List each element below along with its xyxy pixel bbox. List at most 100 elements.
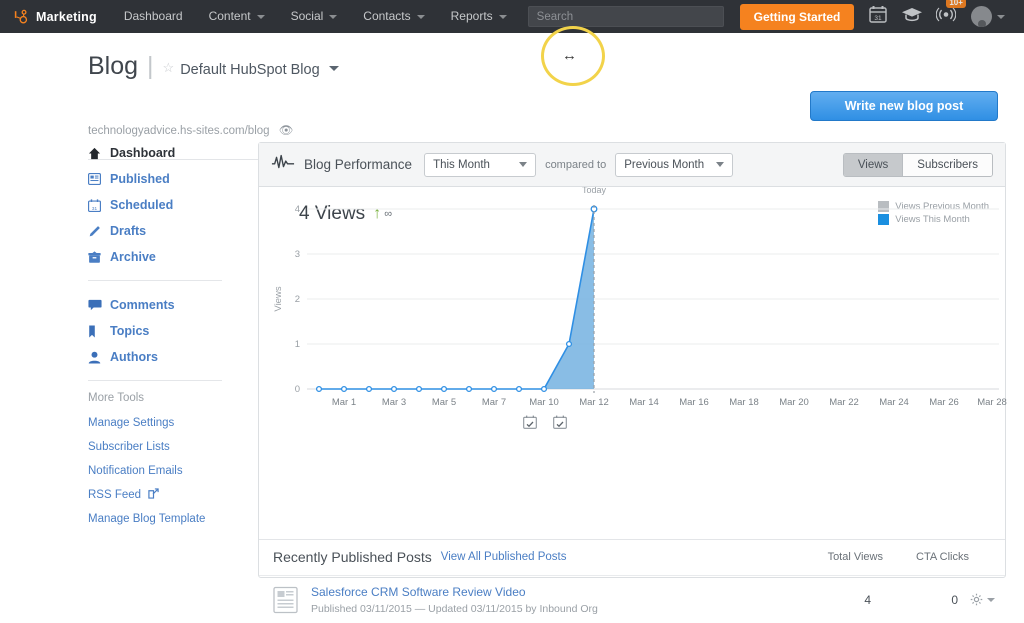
svg-text:1: 1 [295, 339, 300, 350]
calendar-check-icon[interactable] [523, 415, 537, 434]
svg-text:Mar 7: Mar 7 [482, 397, 506, 408]
svg-text:Mar 22: Mar 22 [829, 397, 859, 408]
broadcast-notifications-icon[interactable]: 10+ [935, 0, 966, 28]
sidebar-link-label: RSS Feed [88, 489, 142, 501]
recent-posts-title: Recently Published Posts [273, 548, 432, 565]
write-new-blog-post-button[interactable]: Write new blog post [810, 91, 998, 121]
sidebar: Dashboard Published 31 Scheduled Drafts … [88, 140, 238, 531]
table-row[interactable]: Salesforce CRM Software Review Video Pub… [259, 575, 1005, 623]
page-title-text: Blog [88, 52, 139, 80]
sidebar-link-subscriber-lists[interactable]: Subscriber Lists [88, 435, 238, 459]
chevron-down-icon [498, 14, 507, 19]
more-tools-heading: More Tools [88, 392, 145, 404]
chevron-down-icon [256, 14, 265, 19]
column-header-cta-clicks: CTA Clicks [916, 550, 969, 563]
nav-item-label: Reports [450, 9, 493, 23]
pencil-icon [88, 225, 110, 238]
svg-text:2: 2 [295, 294, 300, 305]
sidebar-item-label: Scheduled [110, 198, 174, 212]
getting-started-button[interactable]: Getting Started [739, 3, 855, 30]
speech-bubble-icon [88, 299, 110, 311]
svg-text:Mar 28: Mar 28 [977, 397, 1007, 408]
svg-text:Mar 12: Mar 12 [579, 397, 609, 408]
sidebar-link-manage-blog-template[interactable]: Manage Blog Template [88, 507, 238, 531]
search-input[interactable]: Search [527, 6, 724, 27]
calendar-icon: 31 [88, 199, 110, 212]
svg-text:Mar 24: Mar 24 [879, 397, 909, 408]
user-menu[interactable] [971, 6, 1006, 27]
view-all-published-posts-link[interactable]: View All Published Posts [441, 551, 567, 563]
brand-logo-link[interactable]: Marketing [0, 8, 111, 25]
tab-views[interactable]: Views [843, 153, 903, 176]
tab-subscribers[interactable]: Subscribers [902, 153, 992, 176]
eye-icon[interactable]: 👁 [279, 125, 294, 137]
nav-item-reports[interactable]: Reports [438, 0, 520, 33]
svg-text:Views: Views [273, 286, 284, 311]
metric-toggle: Views Subscribers [842, 152, 993, 177]
column-header-total-views: Total Views [827, 550, 883, 563]
bookmark-icon [88, 325, 110, 338]
title-separator: | [147, 52, 154, 80]
sidebar-link-notification-emails[interactable]: Notification Emails [88, 459, 238, 483]
graduation-cap-icon[interactable] [901, 6, 923, 27]
calendar-31-icon[interactable]: 31 [868, 4, 888, 29]
sidebar-divider [88, 280, 222, 281]
chart-container: 4 Views ↑ ∞ Views Previous Month Views T… [259, 187, 1007, 615]
nav-item-dashboard[interactable]: Dashboard [111, 0, 196, 33]
sidebar-item-label: Comments [110, 298, 175, 312]
sidebar-item-label: Authors [110, 350, 158, 364]
sidebar-link-rss-feed[interactable]: RSS Feed [88, 483, 238, 507]
horizontal-resize-cursor: ↔ [562, 47, 577, 64]
recent-posts-header: Recently Published Posts View All Publis… [259, 539, 1005, 573]
today-marker-label: Today [582, 187, 607, 195]
compare-range-value: Previous Month [624, 158, 705, 171]
post-total-views: 4 [864, 592, 871, 607]
brand-name: Marketing [36, 9, 97, 24]
sidebar-item-label: Dashboard [110, 146, 176, 160]
sidebar-item-label: Archive [110, 250, 156, 264]
calendar-check-icon[interactable] [553, 415, 567, 434]
row-actions-menu[interactable] [970, 593, 995, 606]
sidebar-item-comments[interactable]: Comments [88, 292, 238, 318]
nav-item-content[interactable]: Content [196, 0, 278, 33]
svg-text:Mar 26: Mar 26 [929, 397, 959, 408]
sidebar-item-drafts[interactable]: Drafts [88, 218, 238, 244]
chevron-down-icon[interactable] [328, 66, 339, 71]
sidebar-item-authors[interactable]: Authors [88, 344, 238, 370]
svg-text:31: 31 [92, 205, 98, 210]
chevron-down-icon [519, 162, 528, 167]
blog-selector-label[interactable]: Default HubSpot Blog [180, 62, 319, 78]
person-icon [88, 351, 110, 364]
post-title-link[interactable]: Salesforce CRM Software Review Video [311, 585, 598, 599]
blog-performance-panel: Blog Performance This Month compared to … [258, 142, 1007, 615]
nav-item-label: Contacts [363, 9, 411, 23]
avatar [971, 6, 993, 27]
svg-text:0: 0 [295, 384, 300, 395]
sidebar-item-published[interactable]: Published [88, 166, 238, 192]
svg-text:Mar 1: Mar 1 [332, 397, 356, 408]
external-link-icon [148, 488, 159, 501]
nav-item-contacts[interactable]: Contacts [350, 0, 437, 33]
chevron-down-icon [716, 162, 725, 167]
calendar-markers [523, 415, 567, 434]
svg-text:Mar 18: Mar 18 [729, 397, 759, 408]
star-outline-icon[interactable]: ☆ [163, 60, 175, 76]
sidebar-item-archive[interactable]: Archive [88, 244, 238, 270]
sidebar-divider [88, 380, 222, 381]
sidebar-item-dashboard[interactable]: Dashboard [88, 140, 238, 166]
archive-box-icon [88, 250, 110, 264]
date-range-select[interactable]: This Month [424, 152, 537, 177]
sidebar-item-topics[interactable]: Topics [88, 318, 238, 344]
sidebar-item-label: Published [110, 172, 170, 186]
nav-item-label: Dashboard [123, 9, 183, 23]
pulse-waveform-icon [271, 153, 295, 176]
sidebar-link-manage-settings[interactable]: Manage Settings [88, 411, 238, 435]
home-icon [88, 147, 110, 160]
compare-range-select[interactable]: Previous Month [615, 152, 734, 177]
nav-item-label: Content [208, 9, 251, 23]
nav-item-social[interactable]: Social [278, 0, 351, 33]
svg-text:Mar 14: Mar 14 [629, 397, 659, 408]
sidebar-item-scheduled[interactable]: 31 Scheduled [88, 192, 238, 218]
svg-text:4: 4 [295, 204, 300, 215]
svg-text:31: 31 [875, 15, 883, 22]
